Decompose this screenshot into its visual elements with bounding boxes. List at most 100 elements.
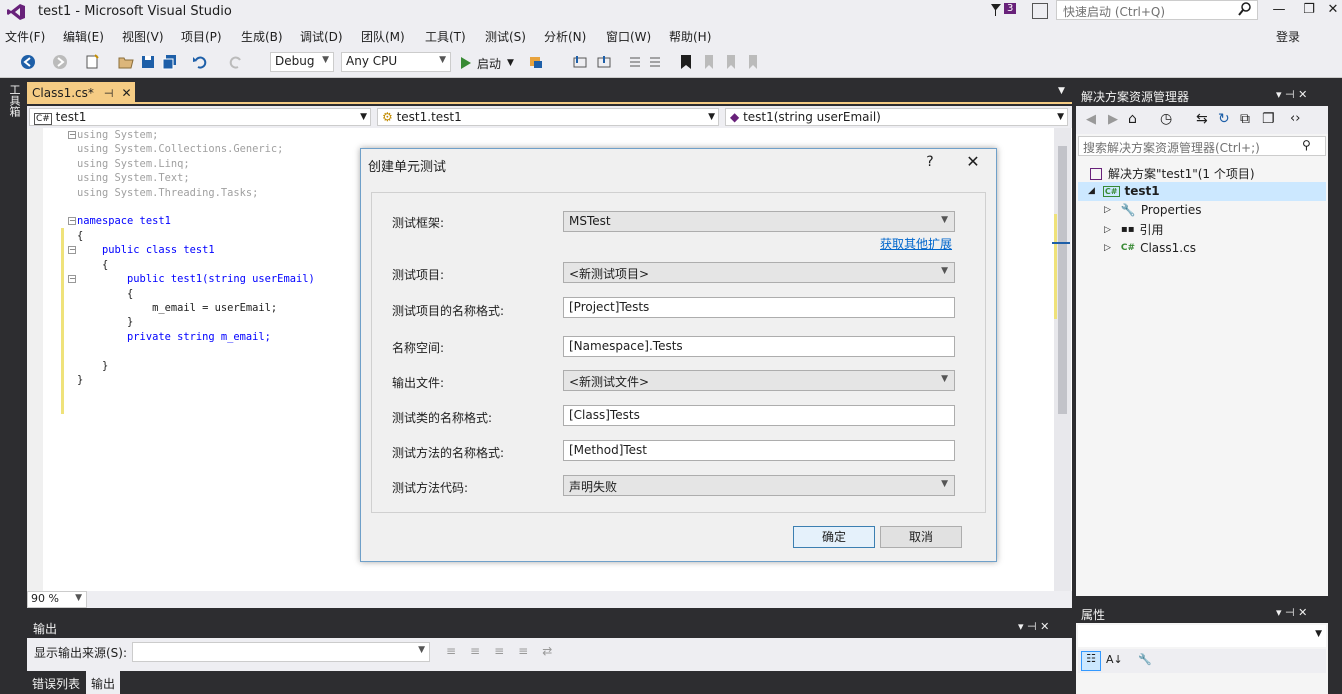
configuration-select[interactable]: Debug ▼ [270,52,334,72]
feedback-icon[interactable] [1032,3,1048,19]
toolbox-tab[interactable]: 工具箱 [4,84,22,124]
collapse-all-icon[interactable]: ⧉ [1240,111,1250,127]
save-icon[interactable] [140,54,156,70]
tree-solution[interactable]: 解决方案"test1"(1 个项目) [1090,165,1255,182]
clear-bookmarks-icon[interactable] [744,54,760,70]
member-combo[interactable]: ◆ test1(string userEmail) ▼ [725,108,1068,126]
test-framework-value: MSTest [569,214,611,228]
right-tool-strip [1330,78,1342,694]
panel-menu-icon[interactable]: ▾ ⊣ ✕ [1276,88,1307,101]
menu-tools[interactable]: 工具(T) [425,28,466,45]
tree-item-class1[interactable]: ▷ C# Class1.cs [1104,241,1196,255]
menu-edit[interactable]: 编辑(E) [63,28,104,45]
next-bookmark-icon[interactable] [722,54,738,70]
tree-item-properties[interactable]: ▷ 🔧 Properties [1104,203,1202,217]
test-framework-select[interactable]: MSTest ▼ [563,211,955,232]
property-pages-icon[interactable]: 🔧 [1138,653,1152,666]
open-file-icon[interactable] [118,54,134,70]
pending-changes-icon[interactable]: ◷ [1160,111,1172,127]
notification-flag-icon[interactable]: 3 [990,3,1018,19]
tree-project[interactable]: ◢ C# test1 [1088,184,1160,198]
output-toolbar-icons[interactable]: ≡≡≡≡⇄ [446,644,566,658]
menu-debug[interactable]: 调试(D) [300,28,343,45]
menu-view[interactable]: 视图(V) [122,28,164,45]
test-project-select[interactable]: <新测试项目> ▼ [563,262,955,283]
maximize-button[interactable]: ❐ [1294,0,1324,22]
panel-menu-icon[interactable]: ▾ ⊣ ✕ [1018,620,1049,633]
comment-lines-icon[interactable] [626,54,642,70]
menu-window[interactable]: 窗口(W) [606,28,651,45]
tree-item-references[interactable]: ▷ ▪▪ 引用 [1104,221,1164,238]
method-name-format-input[interactable]: [Method]Test [563,440,955,461]
new-project-icon[interactable] [84,54,100,70]
categorized-icon[interactable]: ☷ [1081,651,1101,671]
forward-icon[interactable] [52,54,68,70]
window-title: test1 - Microsoft Visual Studio [38,4,232,19]
menu-project[interactable]: 项目(P) [181,28,222,45]
platform-select[interactable]: Any CPU ▼ [341,52,451,72]
minimize-button[interactable]: — [1264,0,1294,22]
menu-help[interactable]: 帮助(H) [669,28,711,45]
menu-analyze[interactable]: 分析(N) [544,28,586,45]
collapse-outline-icon[interactable]: − [68,246,76,254]
save-all-icon[interactable] [162,54,178,70]
output-file-select[interactable]: <新测试文件> ▼ [563,370,955,391]
project-name-format-input[interactable]: [Project]Tests [563,297,955,318]
browser-link-icon[interactable] [528,54,544,70]
step-over-icon[interactable] [596,54,612,70]
bookmark-icon[interactable] [678,54,694,70]
step-into-icon[interactable] [572,54,588,70]
collapse-outline-icon[interactable]: − [68,217,76,225]
get-extensions-link[interactable]: 获取其他扩展 [880,235,952,252]
forward-icon[interactable]: ▶ [1108,112,1118,127]
refresh-icon[interactable]: ↻ [1218,111,1230,127]
home-icon[interactable]: ⌂ [1128,111,1137,127]
help-icon[interactable]: ? [922,154,938,172]
zoom-select[interactable]: 90 % ▼ [27,591,87,608]
namespace-input[interactable]: [Namespace].Tests [563,336,955,357]
uncomment-lines-icon[interactable] [648,54,664,70]
collapse-outline-icon[interactable]: − [68,275,76,283]
class-name-format-input[interactable]: [Class]Tests [563,405,955,426]
close-icon[interactable]: ✕ [960,152,986,174]
tab-error-list[interactable]: 错误列表 [32,675,80,692]
menu-build[interactable]: 生成(B) [241,28,283,45]
references-icon: ▪▪ [1120,224,1135,235]
type-combo[interactable]: ⚙ test1.test1 ▼ [377,108,719,126]
collapse-outline-icon[interactable]: − [68,131,76,139]
scrollbar-thumb[interactable] [1058,146,1067,414]
project-combo[interactable]: C# test1 ▼ [29,108,371,126]
method-code-select[interactable]: 声明失败 ▼ [563,475,955,496]
code-line: using System.Linq; [77,158,190,170]
sync-icon[interactable]: ⇆ [1196,111,1208,127]
back-icon[interactable] [20,54,36,70]
alphabetical-icon[interactable]: A↓ [1106,653,1123,666]
code-line: namespace test1 [77,215,171,227]
close-window-button[interactable]: ✕ [1324,0,1342,22]
prev-bookmark-icon[interactable] [700,54,716,70]
output-source-select[interactable]: ▼ [132,642,430,662]
tab-output[interactable]: 输出 [86,671,121,694]
ok-button[interactable]: 确定 [793,526,875,548]
menu-file[interactable]: 文件(F) [5,28,45,45]
redo-icon[interactable] [228,54,244,70]
close-icon[interactable]: ✕ [121,86,131,100]
menu-team[interactable]: 团队(M) [361,28,405,45]
code-line: public test1(string userEmail) [77,273,315,285]
show-all-files-icon[interactable]: ❐ [1262,111,1275,127]
tab-class1-cs[interactable]: Class1.cs* ⊣ ✕ [27,82,135,104]
quick-launch-input[interactable]: 快速启动 (Ctrl+Q) [1056,0,1258,20]
login-link[interactable]: 登录 [1276,28,1300,45]
solution-search-input[interactable]: 搜索解决方案资源管理器(Ctrl+;) [1078,136,1326,156]
properties-object-select[interactable]: ▼ [1078,625,1326,647]
undo-icon[interactable] [192,54,208,70]
cancel-button[interactable]: 取消 [880,526,962,548]
view-code-icon[interactable]: ‹› [1290,111,1300,126]
tab-overflow-icon[interactable]: ▼ [1058,86,1065,96]
back-icon[interactable]: ◀ [1086,112,1096,127]
start-debug-button[interactable]: 启动 ▼ [460,54,514,72]
tree-item-label: Class1.cs [1140,241,1196,255]
pin-icon[interactable]: ⊣ [104,87,114,100]
menu-test[interactable]: 测试(S) [485,28,526,45]
panel-menu-icon[interactable]: ▾ ⊣ ✕ [1276,606,1307,619]
